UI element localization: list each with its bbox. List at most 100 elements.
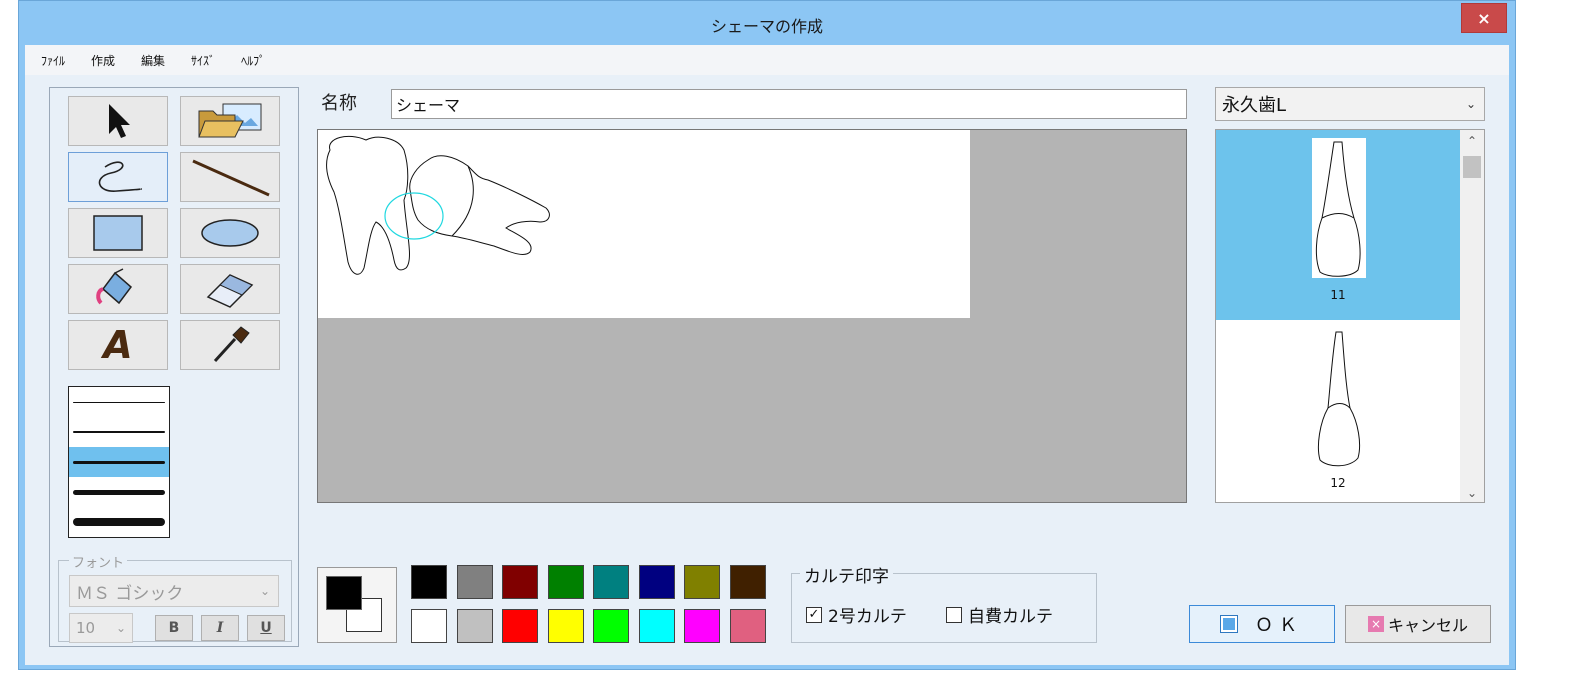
color-swatch[interactable] [729, 609, 766, 643]
ellipse-icon [201, 219, 259, 247]
color-swatch[interactable] [502, 609, 538, 643]
karute-legend: カルテ印字 [800, 562, 893, 587]
karute-2go-checkbox[interactable]: ✓ 2号カルテ [806, 602, 907, 627]
menu-file[interactable]: ﾌｧｲﾙ [41, 52, 65, 69]
menu-edit[interactable]: 編集 [141, 52, 165, 69]
line-width-2[interactable] [69, 417, 169, 447]
color-swatch[interactable] [411, 565, 447, 599]
eraser-icon [206, 274, 254, 308]
eyedropper-tool[interactable] [180, 320, 280, 370]
karute-jihi-label: 自費カルテ [968, 607, 1053, 627]
chevron-down-icon[interactable]: ⌄ [1460, 486, 1484, 500]
karute-2go-label: 2号カルテ [828, 607, 907, 627]
scroll-thumb[interactable] [1463, 156, 1481, 178]
color-swatch[interactable] [502, 565, 538, 599]
canvas-area[interactable] [317, 129, 1187, 503]
line-width-3[interactable] [69, 447, 169, 477]
line-icon [192, 159, 270, 197]
color-swatch[interactable] [547, 565, 584, 599]
font-family-select[interactable]: ＭＳ ゴシック ⌄ [69, 575, 279, 607]
text-a-icon: A [103, 323, 133, 367]
font-size-value: 10 [76, 619, 96, 637]
line-width-5[interactable] [69, 507, 169, 537]
font-group: フォント ＭＳ ゴシック ⌄ 10 ⌄ B I U [58, 552, 292, 643]
chevron-up-icon[interactable]: ⌃ [1460, 134, 1484, 148]
menu-size[interactable]: ｻｲｽﾞ [191, 52, 215, 69]
color-swatch[interactable] [411, 609, 447, 643]
cancel-icon: × [1367, 616, 1384, 632]
arrow-pointer-icon [109, 104, 130, 138]
color-swatch[interactable] [547, 609, 584, 643]
rectangle-tool[interactable] [68, 208, 168, 258]
menu-bar: ﾌｧｲﾙ 作成 編集 ｻｲｽﾞ ﾍﾙﾌﾟ [25, 45, 1509, 75]
client-area: A フォント ＭＳ ゴシック ⌄ 10 ⌄ B I U 名称 シェーマ カルテ印… [25, 75, 1509, 665]
color-swatch[interactable] [684, 565, 720, 599]
name-input[interactable] [391, 89, 1187, 119]
tooth-12-label: 12 [1330, 476, 1346, 490]
chevron-down-icon: ⌄ [115, 621, 126, 635]
select-tool[interactable] [68, 96, 168, 146]
tooth-item-12[interactable]: 12 [1216, 320, 1460, 502]
tooth-drawing [326, 135, 550, 275]
color-swatch[interactable] [593, 609, 629, 643]
folder-image-icon [198, 103, 262, 138]
name-label: 名称 [321, 93, 357, 114]
checkbox-unchecked-icon [946, 606, 962, 623]
freehand-icon [98, 161, 142, 192]
tooth-12-image [1312, 328, 1366, 468]
tooth-11-image [1312, 138, 1366, 278]
open-image-tool[interactable] [180, 96, 280, 146]
tooth-item-11[interactable]: 11 [1216, 130, 1460, 320]
cancel-label: キャンセル [1387, 616, 1468, 635]
title-bar[interactable]: シェーマの作成 × [19, 1, 1515, 45]
tooth-type-select[interactable]: 永久歯L ⌄ [1215, 87, 1485, 121]
ok-label: ＯＫ [1255, 615, 1303, 636]
color-swatch[interactable] [729, 565, 766, 599]
chevron-down-icon: ⌄ [259, 584, 270, 598]
color-swatch[interactable] [593, 565, 629, 599]
line-width-1[interactable] [69, 387, 169, 417]
tooth-list-scrollbar[interactable]: ⌃ ⌄ [1460, 130, 1484, 502]
italic-button[interactable]: I [201, 615, 239, 641]
paint-bucket-icon [96, 268, 133, 305]
current-colors[interactable] [317, 567, 397, 643]
rectangle-icon [93, 215, 143, 251]
window-title: シェーマの作成 [710, 17, 823, 36]
freehand-tool[interactable] [68, 152, 168, 202]
cancel-button[interactable]: × キャンセル [1345, 605, 1491, 643]
color-swatch[interactable] [684, 609, 720, 643]
toolbox: A フォント ＭＳ ゴシック ⌄ 10 ⌄ B I U [49, 87, 299, 647]
tooth-11-label: 11 [1330, 288, 1346, 302]
drawing-surface[interactable] [318, 130, 970, 318]
line-tool[interactable] [180, 152, 280, 202]
bold-button[interactable]: B [155, 615, 193, 641]
color-swatch[interactable] [638, 565, 675, 599]
ok-icon [1220, 615, 1238, 633]
menu-help[interactable]: ﾍﾙﾌﾟ [241, 52, 265, 69]
eyedropper-icon [213, 326, 250, 363]
font-legend: フォント [69, 552, 128, 571]
chevron-down-icon: ⌄ [1465, 97, 1476, 111]
color-swatch[interactable] [638, 609, 675, 643]
underline-button[interactable]: U [247, 615, 285, 641]
text-tool[interactable]: A [68, 320, 168, 370]
ellipse-tool[interactable] [180, 208, 280, 258]
foreground-color[interactable] [326, 576, 362, 610]
eraser-tool[interactable] [180, 264, 280, 314]
font-family-value: ＭＳ ゴシック [76, 583, 184, 604]
color-swatch[interactable] [456, 609, 493, 643]
karute-jihi-checkbox[interactable]: 自費カルテ [946, 602, 1053, 627]
fill-tool[interactable] [68, 264, 168, 314]
karute-print-group: カルテ印字 ✓ 2号カルテ 自費カルテ [791, 562, 1097, 643]
ok-button[interactable]: ＯＫ [1189, 605, 1335, 643]
schema-window: シェーマの作成 × ﾌｧｲﾙ 作成 編集 ｻｲｽﾞ ﾍﾙﾌﾟ A フォント ＭＳ… [18, 0, 1516, 670]
font-size-select[interactable]: 10 ⌄ [69, 613, 133, 643]
line-width-list[interactable] [68, 386, 170, 538]
tooth-type-value: 永久歯L [1222, 95, 1287, 116]
line-width-4[interactable] [69, 477, 169, 507]
color-swatch[interactable] [456, 565, 493, 599]
close-button[interactable]: × [1461, 3, 1507, 33]
menu-create[interactable]: 作成 [91, 52, 115, 69]
tooth-list[interactable]: 11 12 ⌃ ⌄ [1215, 129, 1485, 503]
checkbox-checked-icon: ✓ [806, 606, 822, 623]
